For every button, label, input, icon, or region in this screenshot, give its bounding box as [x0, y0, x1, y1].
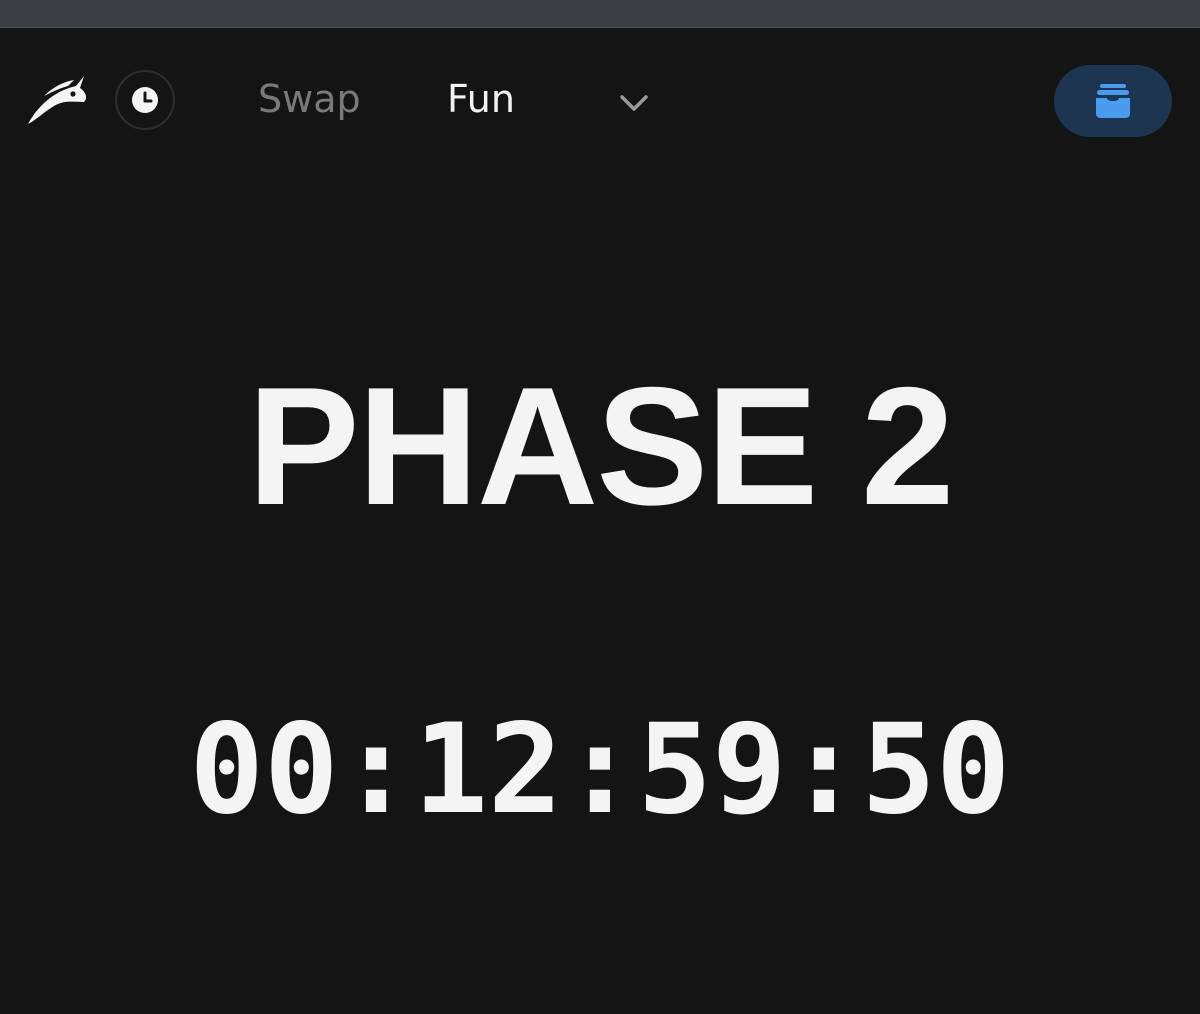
top-navigation: Swap Fun [0, 28, 1200, 174]
clock-icon [132, 87, 158, 113]
countdown-timer: 00:12:59:50 [189, 698, 1011, 842]
history-button[interactable] [115, 70, 175, 130]
phase-title: PHASE 2 [247, 352, 955, 540]
archive-box-icon [1096, 84, 1130, 118]
chevron-down-icon [620, 95, 648, 111]
jupiter-rabbit-logo-icon[interactable] [24, 72, 88, 128]
nav-tab-fun[interactable]: Fun [447, 76, 515, 122]
more-menu-button[interactable] [614, 86, 654, 120]
portfolio-button[interactable] [1054, 65, 1172, 137]
browser-toolbar [0, 0, 1200, 28]
nav-tab-swap[interactable]: Swap [258, 76, 361, 122]
